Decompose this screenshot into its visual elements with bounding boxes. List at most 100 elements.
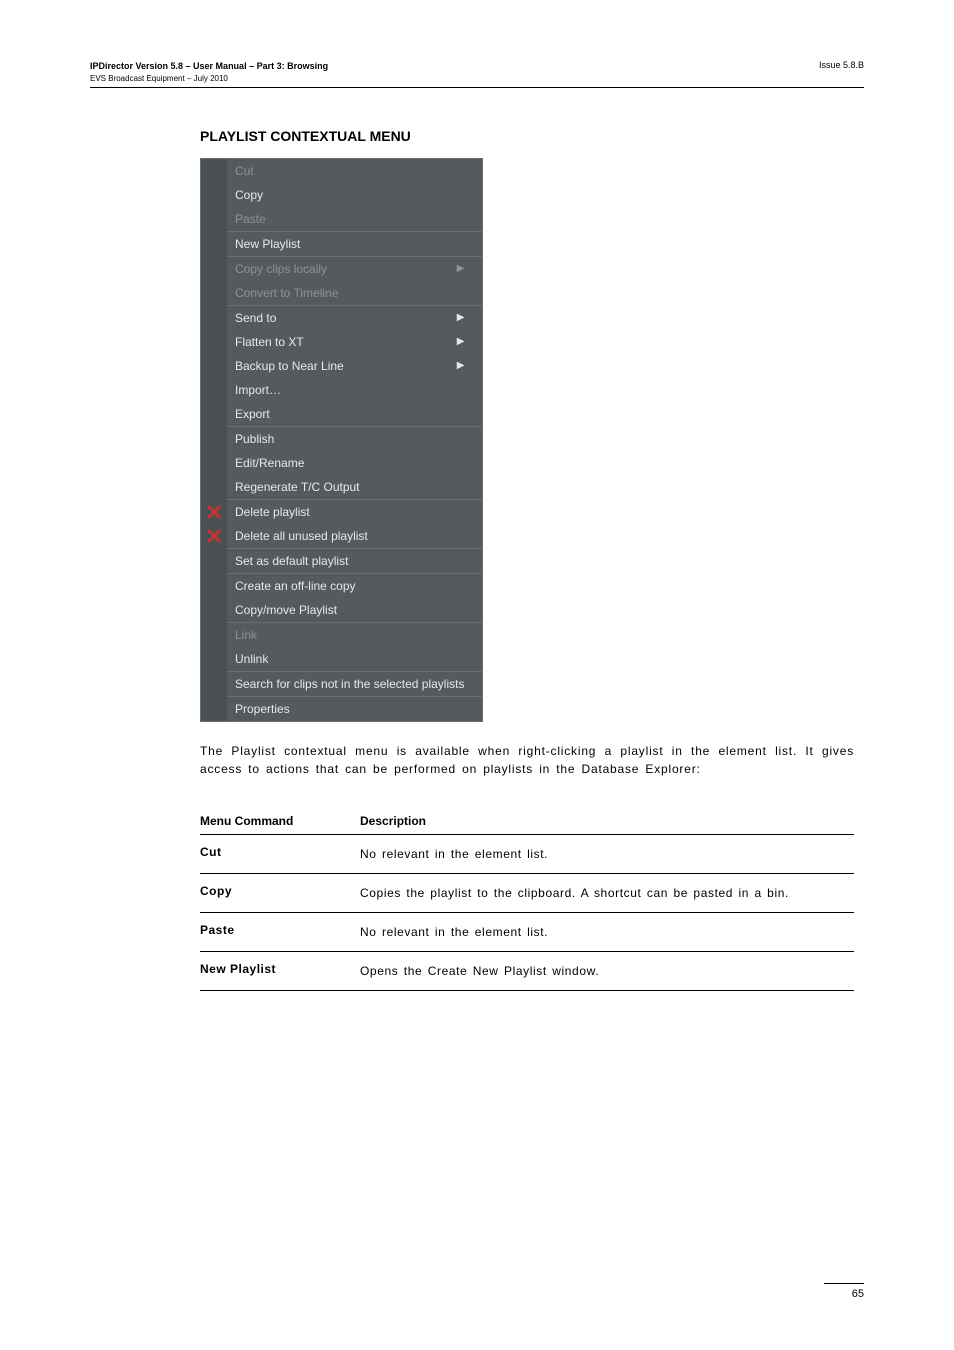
menu-gutter	[201, 159, 227, 183]
page-header: IPDirector Version 5.8 – User Manual – P…	[90, 60, 864, 85]
menu-item-search-for-clips-not-in-the-selected-playlists[interactable]: Search for clips not in the selected pla…	[201, 672, 482, 696]
menu-item-label: Backup to Near Line	[227, 359, 437, 373]
table-cell-description: No relevant in the element list.	[360, 845, 854, 863]
table-header-description: Description	[360, 814, 854, 828]
menu-item-create-an-off-line-copy[interactable]: Create an off-line copy	[201, 574, 482, 598]
commands-table: Menu Command Description CutNo relevant …	[200, 808, 854, 991]
menu-separator	[201, 256, 482, 257]
table-cell-command: New Playlist	[200, 962, 360, 980]
menu-gutter	[201, 647, 227, 671]
menu-item-label: Regenerate T/C Output	[227, 480, 464, 494]
menu-item-cut: Cut	[201, 159, 482, 183]
menu-item-paste: Paste	[201, 207, 482, 231]
table-row: CutNo relevant in the element list.	[200, 835, 854, 874]
menu-gutter	[201, 574, 227, 598]
menu-item-label: Edit/Rename	[227, 456, 464, 470]
menu-gutter	[201, 672, 227, 696]
submenu-arrow-icon: ▶	[457, 312, 465, 323]
menu-separator	[201, 231, 482, 232]
header-rule	[90, 87, 864, 88]
menu-separator	[201, 696, 482, 697]
footer-rule	[824, 1283, 864, 1284]
menu-gutter	[201, 427, 227, 451]
table-cell-description: No relevant in the element list.	[360, 923, 854, 941]
menu-gutter	[201, 451, 227, 475]
menu-item-label: Copy	[227, 188, 464, 202]
menu-item-label: Set as default playlist	[227, 554, 464, 568]
menu-item-copy[interactable]: Copy	[201, 183, 482, 207]
playlist-context-menu: CutCopyPasteNew PlaylistCopy clips local…	[200, 158, 483, 722]
menu-separator	[201, 548, 482, 549]
menu-gutter	[201, 306, 227, 330]
table-header-row: Menu Command Description	[200, 808, 854, 835]
delete-x-icon	[201, 524, 227, 548]
menu-item-unlink[interactable]: Unlink	[201, 647, 482, 671]
menu-item-convert-to-timeline: Convert to Timeline	[201, 281, 482, 305]
menu-item-label: Copy/move Playlist	[227, 603, 464, 617]
delete-x-icon	[201, 500, 227, 524]
menu-gutter	[201, 378, 227, 402]
menu-gutter	[201, 207, 227, 231]
table-cell-command: Paste	[200, 923, 360, 941]
menu-item-label: Create an off-line copy	[227, 579, 464, 593]
menu-item-label: Import…	[227, 383, 464, 397]
description-text: The Playlist contextual menu is availabl…	[200, 742, 854, 778]
menu-item-label: Flatten to XT	[227, 335, 437, 349]
menu-item-label: Export	[227, 407, 464, 421]
menu-item-copy-clips-locally: Copy clips locally ▶	[201, 257, 482, 281]
menu-gutter	[201, 354, 227, 378]
menu-item-label: Convert to Timeline	[227, 286, 464, 300]
menu-separator	[201, 499, 482, 500]
menu-item-label: Copy clips locally	[227, 262, 437, 276]
menu-separator	[201, 426, 482, 427]
menu-item-backup-to-near-line[interactable]: Backup to Near Line ▶	[201, 354, 482, 378]
menu-item-label: Search for clips not in the selected pla…	[227, 677, 464, 691]
menu-item-label: Delete playlist	[227, 505, 464, 519]
header-title-line1: IPDirector Version 5.8 – User Manual – P…	[90, 61, 328, 71]
menu-item-properties[interactable]: Properties	[201, 697, 482, 721]
menu-item-publish[interactable]: Publish	[201, 427, 482, 451]
menu-item-edit-rename[interactable]: Edit/Rename	[201, 451, 482, 475]
menu-item-delete-playlist[interactable]: Delete playlist	[201, 500, 482, 524]
menu-item-label: Link	[227, 628, 464, 642]
menu-item-delete-all-unused-playlist[interactable]: Delete all unused playlist	[201, 524, 482, 548]
menu-item-label: Paste	[227, 212, 464, 226]
menu-item-export[interactable]: Export	[201, 402, 482, 426]
menu-item-copy-move-playlist[interactable]: Copy/move Playlist	[201, 598, 482, 622]
menu-gutter	[201, 402, 227, 426]
menu-gutter	[201, 232, 227, 256]
menu-item-label: Unlink	[227, 652, 464, 666]
table-cell-description: Opens the Create New Playlist window.	[360, 962, 854, 980]
menu-item-label: Delete all unused playlist	[227, 529, 464, 543]
menu-separator	[201, 305, 482, 306]
table-header-command: Menu Command	[200, 814, 360, 828]
menu-item-regenerate-t-c-output[interactable]: Regenerate T/C Output	[201, 475, 482, 499]
menu-separator	[201, 622, 482, 623]
menu-separator	[201, 671, 482, 672]
submenu-arrow-icon: ▶	[457, 360, 465, 371]
menu-item-label: Cut	[227, 164, 464, 178]
menu-item-send-to[interactable]: Send to▶	[201, 306, 482, 330]
menu-item-new-playlist[interactable]: New Playlist	[201, 232, 482, 256]
table-cell-description: Copies the playlist to the clipboard. A …	[360, 884, 854, 902]
menu-gutter	[201, 257, 227, 281]
menu-gutter	[201, 549, 227, 573]
submenu-arrow-icon: ▶	[457, 263, 465, 274]
menu-item-flatten-to-xt[interactable]: Flatten to XT ▶	[201, 330, 482, 354]
header-issue: Issue 5.8.B	[819, 60, 864, 70]
menu-item-label: Publish	[227, 432, 464, 446]
submenu-arrow-icon: ▶	[457, 336, 465, 347]
menu-gutter	[201, 623, 227, 647]
menu-gutter	[201, 598, 227, 622]
menu-gutter	[201, 330, 227, 354]
menu-gutter	[201, 475, 227, 499]
table-row: PasteNo relevant in the element list.	[200, 913, 854, 952]
table-cell-command: Copy	[200, 884, 360, 902]
menu-gutter	[201, 183, 227, 207]
header-title: IPDirector Version 5.8 – User Manual – P…	[90, 60, 328, 85]
table-row: CopyCopies the playlist to the clipboard…	[200, 874, 854, 913]
menu-item-import[interactable]: Import…	[201, 378, 482, 402]
menu-item-set-as-default-playlist[interactable]: Set as default playlist	[201, 549, 482, 573]
page-number: 65	[824, 1288, 864, 1300]
table-row: New PlaylistOpens the Create New Playlis…	[200, 952, 854, 991]
